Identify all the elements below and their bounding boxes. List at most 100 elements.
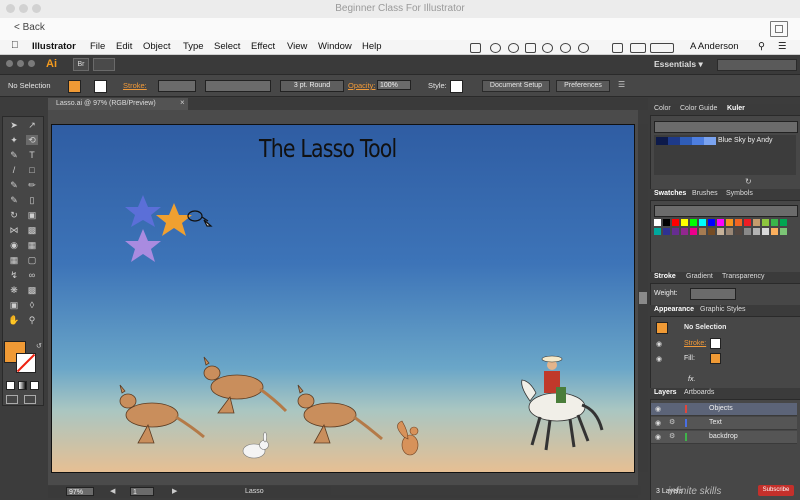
color-swatch[interactable]	[708, 228, 715, 235]
stroke-label[interactable]: Stroke:	[123, 81, 147, 90]
gradient-tool-icon[interactable]: ▢	[26, 255, 38, 265]
layer-row[interactable]: ◉ ⚙ backdrop	[651, 431, 797, 444]
tab-symbols[interactable]: Symbols	[726, 190, 753, 197]
time-machine-icon[interactable]	[508, 43, 519, 53]
artboard-tool-icon[interactable]: ▣	[8, 300, 20, 310]
color-swatch[interactable]	[771, 219, 778, 226]
camera-icon[interactable]	[470, 43, 481, 53]
zoom-level-field[interactable]: 97%	[66, 487, 94, 496]
rectangle-tool-icon[interactable]: □	[26, 165, 38, 175]
tab-stroke[interactable]: Stroke	[654, 273, 676, 280]
color-swatch[interactable]	[735, 228, 742, 235]
shape-builder-tool-icon[interactable]: ◉	[8, 240, 20, 250]
color-swatch[interactable]	[717, 219, 724, 226]
menu-effect[interactable]: Effect	[251, 41, 275, 52]
tab-brushes[interactable]: Brushes	[692, 190, 718, 197]
free-transform-tool-icon[interactable]: ▩	[26, 225, 38, 235]
stroke-weight-input[interactable]	[690, 288, 736, 300]
previous-artboard-icon[interactable]: ◀	[110, 487, 115, 495]
draw-mode-icon[interactable]	[6, 395, 18, 404]
color-swatch[interactable]	[735, 219, 742, 226]
eye-icon[interactable]: ◉	[655, 419, 661, 427]
menu-edit[interactable]: Edit	[116, 41, 132, 52]
slice-tool-icon[interactable]: ◊	[26, 300, 38, 310]
lasso-tool-icon[interactable]: ⟲	[26, 135, 38, 145]
selection-tool-icon[interactable]: ➤	[8, 120, 20, 130]
blend-tool-icon[interactable]: ∞	[26, 270, 38, 280]
tab-appearance[interactable]: Appearance	[654, 306, 694, 313]
add-effect-button[interactable]: fx.	[688, 376, 695, 383]
variable-width-profile[interactable]	[205, 80, 271, 92]
layer-row[interactable]: ◉ ⚙ Text	[651, 417, 797, 430]
color-swatch[interactable]	[762, 219, 769, 226]
app-close-button[interactable]	[6, 60, 13, 67]
direct-selection-tool-icon[interactable]: ↗	[26, 120, 38, 130]
appearance-fill-label[interactable]: Fill:	[684, 355, 695, 362]
fill-color-swatch[interactable]	[68, 80, 81, 93]
flag-icon[interactable]	[612, 43, 623, 53]
volume-icon[interactable]	[578, 43, 589, 53]
color-swatch[interactable]	[780, 219, 787, 226]
spotlight-search-icon[interactable]: ⚲	[758, 41, 765, 52]
stroke-color-swatch[interactable]	[94, 80, 107, 93]
color-swatch[interactable]	[717, 228, 724, 235]
tab-swatches[interactable]: Swatches	[654, 190, 686, 197]
refresh-icon[interactable]: ↻	[745, 177, 752, 186]
artboard-number-field[interactable]: 1	[130, 487, 154, 496]
tab-artboards[interactable]: Artboards	[684, 389, 714, 396]
menu-object[interactable]: Object	[143, 41, 170, 52]
artboard[interactable]	[51, 124, 635, 473]
window-close-button[interactable]	[6, 4, 15, 13]
brush-definition[interactable]: 3 pt. Round	[280, 80, 344, 92]
horizontal-scrollbar[interactable]	[331, 486, 641, 495]
none-mode-icon[interactable]	[30, 381, 39, 390]
help-icon[interactable]	[542, 43, 553, 53]
eye-icon[interactable]: ◉	[655, 433, 661, 441]
column-graph-tool-icon[interactable]: ▩	[26, 285, 38, 295]
color-swatch[interactable]	[690, 219, 697, 226]
type-tool-icon[interactable]: T	[26, 150, 38, 160]
kuler-search-input[interactable]	[654, 121, 798, 133]
pen-tool-icon[interactable]: ✎	[8, 150, 20, 160]
tab-kuler[interactable]: Kuler	[727, 105, 745, 112]
color-swatch[interactable]	[681, 219, 688, 226]
color-swatch[interactable]	[762, 228, 769, 235]
lock-icon[interactable]: ⚙	[669, 432, 675, 440]
appearance-fill-swatch[interactable]	[710, 353, 721, 364]
lock-icon[interactable]: ⚙	[669, 418, 675, 426]
zoom-tool-icon[interactable]: ⚲	[26, 315, 38, 325]
tab-color[interactable]: Color	[654, 105, 671, 112]
wifi-icon[interactable]	[560, 43, 571, 53]
workspace-switcher[interactable]: Essentials ▾	[654, 59, 703, 70]
mesh-tool-icon[interactable]: ▦	[8, 255, 20, 265]
clock-icon[interactable]	[650, 43, 674, 53]
bridge-button[interactable]: Br	[73, 58, 89, 71]
control-menu-icon[interactable]: ☰	[618, 80, 625, 89]
color-swatch[interactable]	[744, 219, 751, 226]
eye-icon[interactable]: ◉	[656, 340, 662, 348]
line-tool-icon[interactable]: /	[8, 165, 20, 175]
sync-icon[interactable]	[490, 43, 501, 53]
tab-color-guide[interactable]: Color Guide	[680, 105, 717, 112]
scale-tool-icon[interactable]: ▣	[26, 210, 38, 220]
color-swatch[interactable]	[753, 219, 760, 226]
menu-select[interactable]: Select	[214, 41, 240, 52]
battery-icon[interactable]	[630, 43, 646, 53]
color-swatch[interactable]	[780, 228, 787, 235]
color-swatch[interactable]	[672, 219, 679, 226]
gradient-mode-icon[interactable]	[18, 381, 27, 390]
color-swatch[interactable]	[726, 228, 733, 235]
color-swatch[interactable]	[681, 228, 688, 235]
preferences-button[interactable]: Preferences	[556, 80, 610, 92]
swatches-search-input[interactable]	[654, 205, 798, 217]
swatch-grid[interactable]	[654, 219, 796, 249]
eye-icon[interactable]: ◉	[656, 355, 662, 363]
next-artboard-icon[interactable]: ▶	[172, 487, 177, 495]
menu-view[interactable]: View	[287, 41, 307, 52]
color-swatch[interactable]	[753, 228, 760, 235]
color-swatch[interactable]	[663, 219, 670, 226]
rotate-tool-icon[interactable]: ↻	[8, 210, 20, 220]
perspective-grid-tool-icon[interactable]: ▦	[26, 240, 38, 250]
apple-icon[interactable]: 	[11, 40, 19, 51]
layer-name[interactable]: Text	[709, 419, 722, 426]
